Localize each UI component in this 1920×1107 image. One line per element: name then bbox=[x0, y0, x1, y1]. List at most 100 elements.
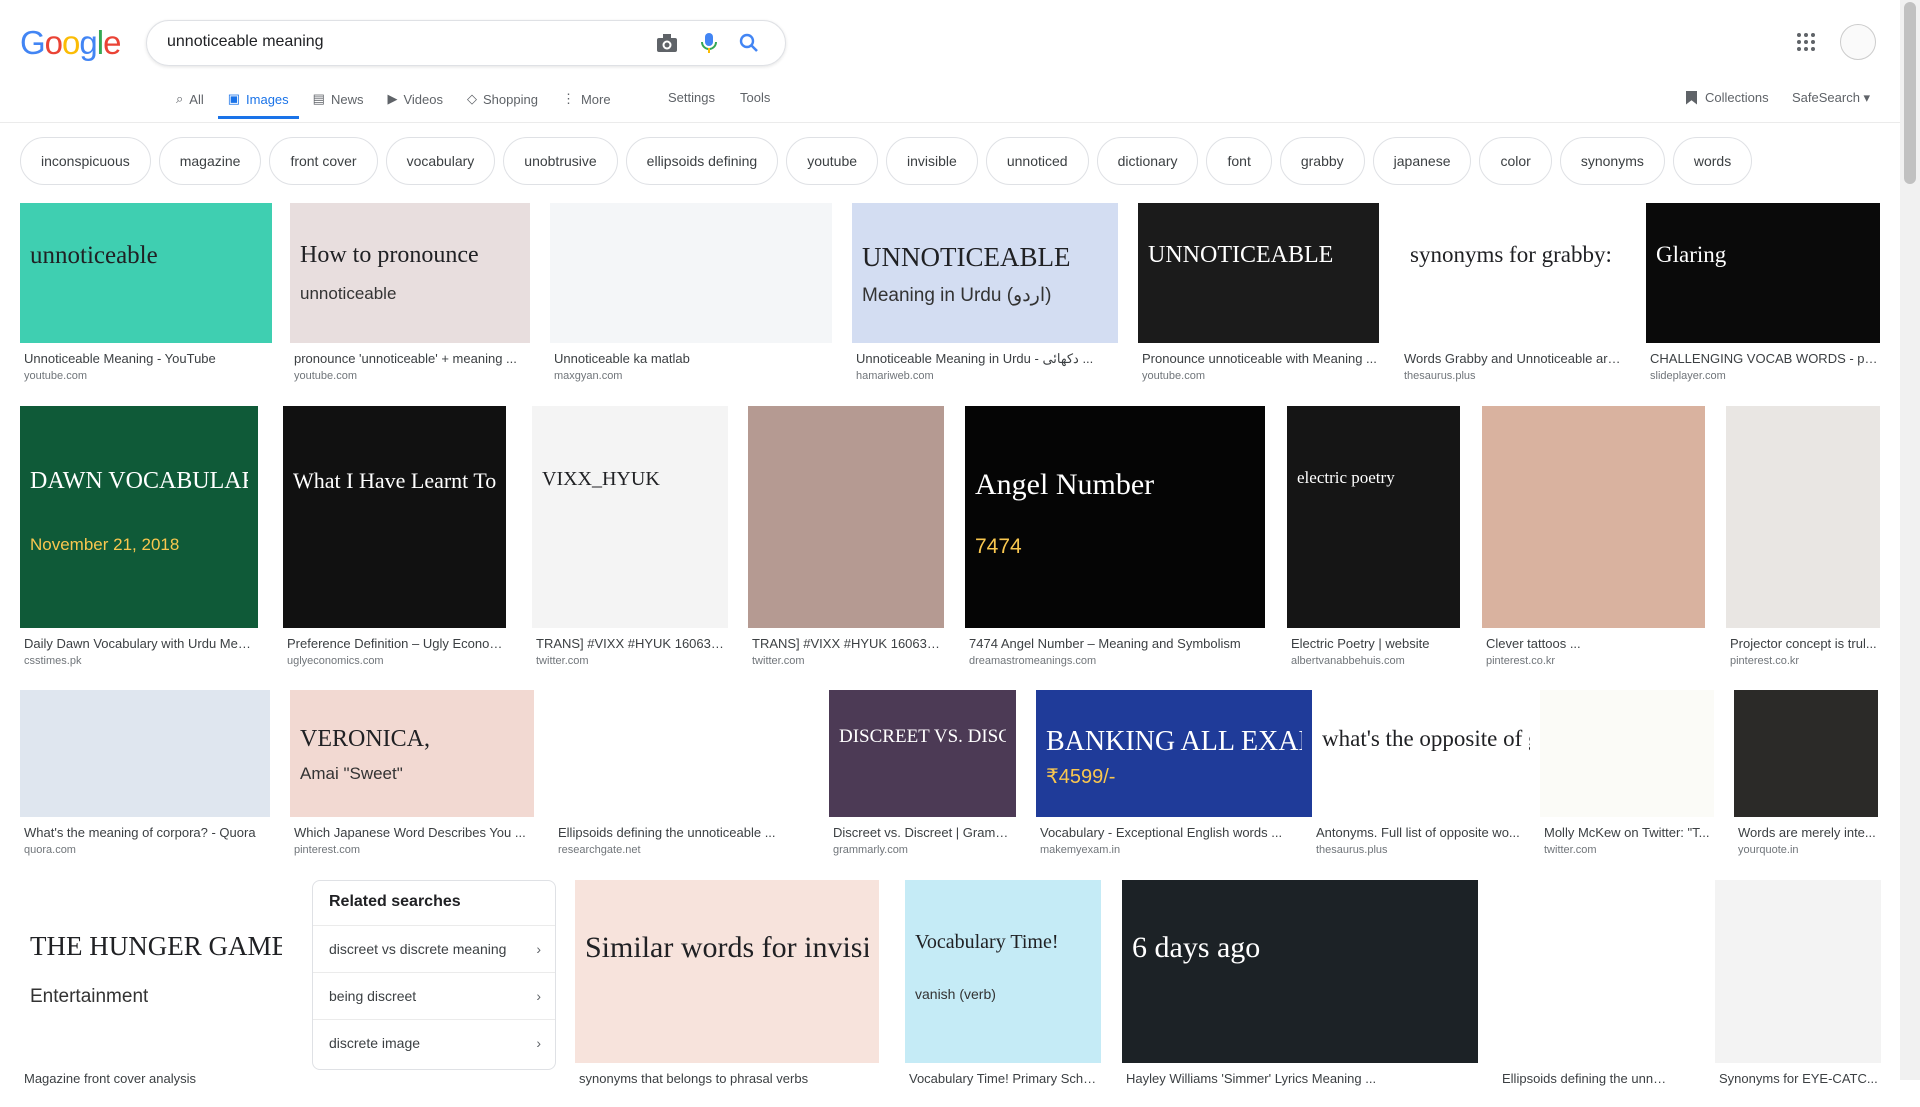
result-title[interactable]: Unnoticeable Meaning - YouTube bbox=[24, 351, 270, 366]
result-title[interactable]: Projector concept is trul... bbox=[1730, 636, 1878, 651]
related-search-item[interactable]: being discreet › bbox=[313, 972, 555, 1018]
google-logo[interactable]: Google bbox=[20, 24, 121, 62]
related-search-item[interactable]: discrete image › bbox=[313, 1019, 555, 1065]
chip-synonyms[interactable]: synonyms bbox=[1559, 137, 1665, 185]
result-title[interactable]: pronounce 'unnoticeable' + meaning ... bbox=[294, 351, 528, 366]
search-box[interactable]: unnoticeable meaning bbox=[146, 20, 786, 66]
result-thumbnail[interactable] bbox=[1726, 406, 1880, 628]
result-thumbnail[interactable] bbox=[550, 203, 832, 343]
chip-invisible[interactable]: invisible bbox=[886, 137, 978, 185]
result-title[interactable]: Vocabulary - Exceptional English words .… bbox=[1040, 825, 1310, 840]
result-thumbnail[interactable]: 6 days ago bbox=[1122, 880, 1478, 1063]
result-thumbnail[interactable]: THE HUNGER GAMES Entertainment bbox=[20, 880, 292, 1063]
image-result[interactable]: What's the meaning of corpora? - Quora qu… bbox=[20, 690, 270, 861]
image-result[interactable]: Similar words for invisible: synonyms tha… bbox=[575, 880, 879, 1107]
result-thumbnail[interactable]: BANKING ALL EXAMS ₹4599/- bbox=[1036, 690, 1312, 817]
result-thumbnail[interactable]: Vocabulary Time! vanish (verb) bbox=[905, 880, 1101, 1063]
result-title[interactable]: Ellipsoids defining the unnotice... bbox=[1502, 1071, 1673, 1086]
tab-news[interactable]: ▤ News bbox=[303, 82, 374, 116]
result-title[interactable]: Words Grabby and Unnoticeable are ... bbox=[1404, 351, 1624, 366]
chip-vocabulary[interactable]: vocabulary bbox=[385, 137, 496, 185]
image-result[interactable]: UNNOTICEABLE Pronounce unnoticeable with … bbox=[1138, 203, 1379, 387]
image-result[interactable]: DAWN VOCABULARY November 21, 2018 Daily Da… bbox=[20, 406, 258, 672]
result-title[interactable]: CHALLENGING VOCAB WORDS - ppt... bbox=[1650, 351, 1878, 366]
result-title[interactable]: What's the meaning of corpora? - Quora bbox=[24, 825, 268, 840]
result-title[interactable]: Ellipsoids defining the unnoticeable ... bbox=[558, 825, 807, 840]
result-title[interactable]: Discreet vs. Discreet | Gramm... bbox=[833, 825, 1014, 840]
result-thumbnail[interactable] bbox=[748, 406, 944, 628]
result-thumbnail[interactable]: Glaring bbox=[1646, 203, 1880, 343]
search-icon[interactable] bbox=[737, 31, 761, 55]
chip-inconspicuous[interactable]: inconspicuous bbox=[20, 137, 151, 185]
result-title[interactable]: Daily Dawn Vocabulary with Urdu Meani... bbox=[24, 636, 256, 651]
chip-japanese[interactable]: japanese bbox=[1372, 137, 1472, 185]
tools-link[interactable]: Tools bbox=[740, 90, 770, 105]
result-thumbnail[interactable]: VIXX_HYUK bbox=[532, 406, 728, 628]
account-avatar[interactable] bbox=[1840, 24, 1876, 60]
collections-button[interactable]: Collections bbox=[1686, 90, 1769, 105]
result-title[interactable]: Clever tattoos ... bbox=[1486, 636, 1703, 651]
tab-more[interactable]: ⋮ More bbox=[552, 82, 621, 116]
result-thumbnail[interactable]: Similar words for invisible: bbox=[575, 880, 879, 1063]
image-result[interactable]: What I Have Learnt Today Preference Defin… bbox=[283, 406, 506, 672]
result-thumbnail[interactable] bbox=[1498, 880, 1675, 1063]
image-result[interactable]: DISCREET VS. DISCRETE Discreet vs. Discre… bbox=[829, 690, 1016, 861]
image-result[interactable]: UNNOTICEABLE Meaning in Urdu (اردو) Unnoti… bbox=[852, 203, 1118, 387]
image-result[interactable]: 6 days ago Hayley Williams 'Simmer' Lyric… bbox=[1122, 880, 1478, 1107]
result-thumbnail[interactable]: unnoticeable bbox=[20, 203, 272, 343]
result-title[interactable]: Unnoticeable ka matlab bbox=[554, 351, 830, 366]
result-title[interactable]: synonyms that belongs to phrasal verbs bbox=[579, 1071, 877, 1086]
chip-dictionary[interactable]: dictionary bbox=[1096, 137, 1199, 185]
chip-color[interactable]: color bbox=[1479, 137, 1552, 185]
result-title[interactable]: Hayley Williams 'Simmer' Lyrics Meaning … bbox=[1126, 1071, 1476, 1086]
image-result[interactable]: Glaring CHALLENGING VOCAB WORDS - ppt... s… bbox=[1646, 203, 1880, 387]
image-result[interactable]: Clever tattoos ... pinterest.co.kr bbox=[1482, 406, 1705, 672]
result-title[interactable]: Magazine front cover analysis bbox=[24, 1071, 290, 1086]
image-result[interactable]: VIXX_HYUK TRANS] #VIXX #HYUK 160630 ... tw… bbox=[532, 406, 728, 672]
result-thumbnail[interactable]: UNNOTICEABLE bbox=[1138, 203, 1379, 343]
apps-grid-icon[interactable] bbox=[1796, 32, 1818, 54]
result-thumbnail[interactable]: UNNOTICEABLE Meaning in Urdu (اردو) bbox=[852, 203, 1118, 343]
chip-grabby[interactable]: grabby bbox=[1279, 137, 1365, 185]
result-thumbnail[interactable]: synonyms for grabby: bbox=[1400, 203, 1626, 343]
result-title[interactable]: 7474 Angel Number – Meaning and Symbolis… bbox=[969, 636, 1263, 651]
chip-ellipsoids-defining[interactable]: ellipsoids defining bbox=[625, 137, 779, 185]
result-thumbnail[interactable]: DAWN VOCABULARY November 21, 2018 bbox=[20, 406, 258, 628]
result-title[interactable]: Pronounce unnoticeable with Meaning ... bbox=[1142, 351, 1377, 366]
result-title[interactable]: Words are merely inte... bbox=[1738, 825, 1876, 840]
result-title[interactable]: Vocabulary Time! Primary Scho... bbox=[909, 1071, 1099, 1086]
result-thumbnail[interactable] bbox=[1482, 406, 1705, 628]
scrollbar-thumb[interactable] bbox=[1904, 2, 1916, 184]
image-result[interactable]: How to pronounce unnoticeable pronounce 'u… bbox=[290, 203, 530, 387]
image-result[interactable]: TRANS] #VIXX #HYUK 160630 ... twitter.com bbox=[748, 406, 944, 672]
image-result[interactable]: Ellipsoids defining the unnotice... bbox=[1498, 880, 1675, 1107]
result-thumbnail[interactable]: electric poetry bbox=[1287, 406, 1460, 628]
result-thumbnail[interactable] bbox=[1715, 880, 1881, 1063]
result-title[interactable]: Electric Poetry | website bbox=[1291, 636, 1458, 651]
result-thumbnail[interactable]: what's the opposite of grabby? bbox=[1312, 690, 1540, 817]
result-thumbnail[interactable] bbox=[1540, 690, 1714, 817]
result-thumbnail[interactable]: DISCREET VS. DISCRETE bbox=[829, 690, 1016, 817]
image-result[interactable]: what's the opposite of grabby? Antonyms. … bbox=[1312, 690, 1540, 861]
result-thumbnail[interactable] bbox=[1734, 690, 1878, 817]
chip-font[interactable]: font bbox=[1206, 137, 1272, 185]
settings-link[interactable]: Settings bbox=[668, 90, 715, 105]
result-thumbnail[interactable]: Angel Number 7474 bbox=[965, 406, 1265, 628]
result-title[interactable]: Preference Definition – Ugly Econom... bbox=[287, 636, 504, 651]
image-result[interactable]: Projector concept is trul... pinterest.co… bbox=[1726, 406, 1880, 672]
result-title[interactable]: Molly McKew on Twitter: "T... bbox=[1544, 825, 1712, 840]
result-thumbnail[interactable]: How to pronounce unnoticeable bbox=[290, 203, 530, 343]
result-thumbnail[interactable]: VERONICA, Amai "Sweet" bbox=[290, 690, 534, 817]
chip-front-cover[interactable]: front cover bbox=[269, 137, 378, 185]
tab-videos[interactable]: ▶ Videos bbox=[377, 82, 453, 116]
result-title[interactable]: Unnoticeable Meaning in Urdu - دکھائی ..… bbox=[856, 351, 1116, 367]
image-result[interactable]: BANKING ALL EXAMS ₹4599/- Vocabulary - Exc… bbox=[1036, 690, 1312, 861]
image-result[interactable]: VERONICA, Amai "Sweet" Which Japanese Word… bbox=[290, 690, 534, 861]
result-title[interactable]: TRANS] #VIXX #HYUK 160630 ... bbox=[752, 636, 942, 651]
chip-unnoticed[interactable]: unnoticed bbox=[985, 137, 1089, 185]
result-title[interactable]: Synonyms for EYE-CATC... bbox=[1719, 1071, 1879, 1086]
chip-unobtrusive[interactable]: unobtrusive bbox=[503, 137, 618, 185]
result-title[interactable]: Antonyms. Full list of opposite wo... bbox=[1316, 825, 1538, 840]
image-result[interactable]: electric poetry Electric Poetry | website… bbox=[1287, 406, 1460, 672]
image-result[interactable]: Angel Number 7474 7474 Angel Number – Mean… bbox=[965, 406, 1265, 672]
